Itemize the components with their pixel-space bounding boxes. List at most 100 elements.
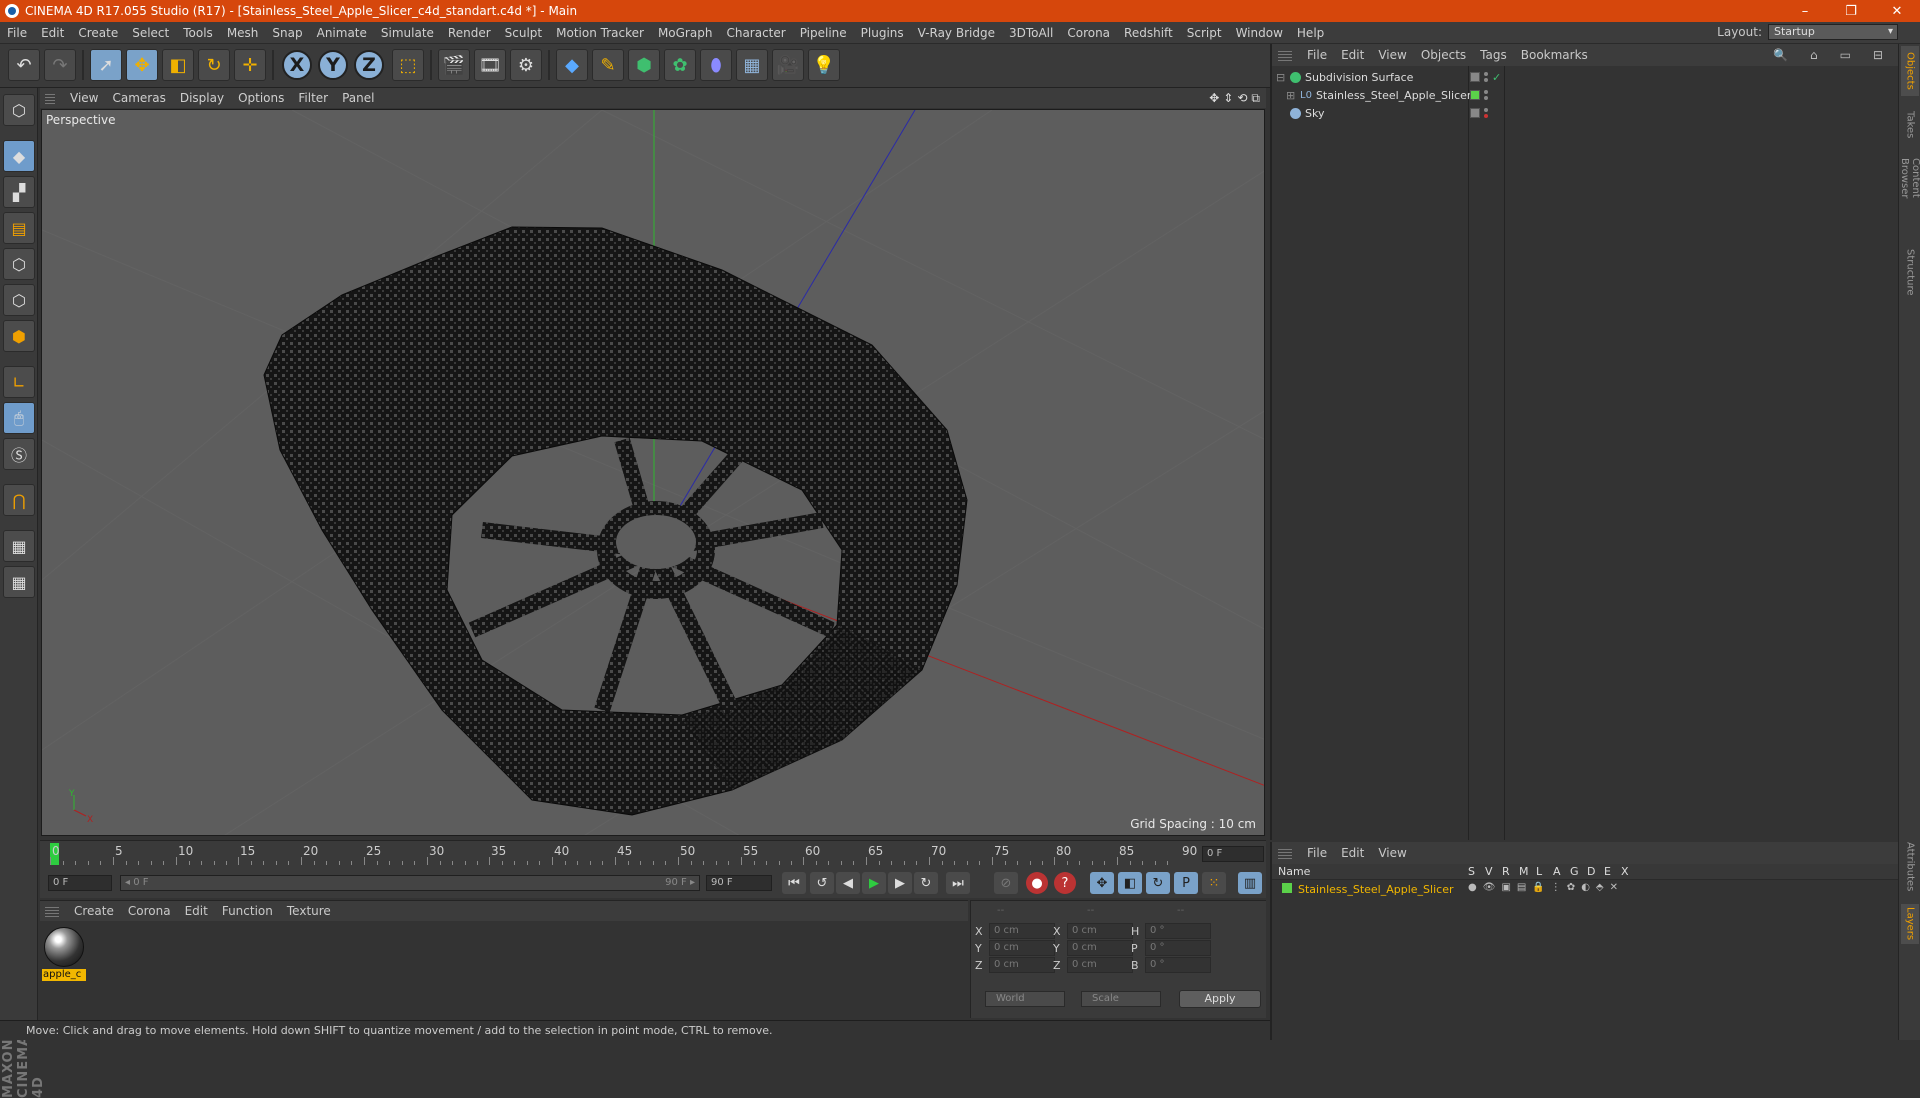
side-tab-objects[interactable]: Objects bbox=[1901, 46, 1919, 96]
goto-start-icon[interactable]: ⏮ bbox=[782, 872, 806, 894]
rotate-icon[interactable]: ↻ bbox=[198, 49, 230, 81]
timeline-ruler[interactable]: 0 5 10 15 20 25 30 35 40 45 50 55 60 65 70 75 80 85 90 bbox=[50, 843, 1200, 865]
layer-column-x[interactable]: X bbox=[1621, 865, 1629, 878]
scale-icon[interactable]: ◧ bbox=[162, 49, 194, 81]
material-menu-corona[interactable]: Corona bbox=[121, 904, 178, 918]
snap-icon[interactable]: ⋂ bbox=[3, 484, 35, 516]
points-mode-icon[interactable]: ⬡ bbox=[3, 248, 35, 280]
viewport-menu-panel[interactable]: Panel bbox=[335, 91, 381, 105]
animation-flag-icon[interactable]: ⋮ bbox=[1551, 882, 1561, 893]
redo-icon[interactable]: ↷ bbox=[44, 49, 76, 81]
cube-icon[interactable]: ◆ bbox=[556, 49, 588, 81]
edges-mode-icon[interactable]: ⬡ bbox=[3, 284, 35, 316]
coord-value-input[interactable]: 0 ° bbox=[1145, 940, 1211, 956]
panel-grip[interactable] bbox=[1278, 847, 1292, 859]
viewport-menu-display[interactable]: Display bbox=[173, 91, 231, 105]
object-row[interactable]: ⊞ L0 Stainless_Steel_Apple_Slicer bbox=[1272, 86, 1898, 104]
coord-value-input[interactable]: 0 ° bbox=[1145, 957, 1211, 973]
make-editable-icon[interactable]: ⬡ bbox=[3, 94, 35, 126]
menu-simulate[interactable]: Simulate bbox=[374, 26, 441, 40]
timeline[interactable]: 0 5 10 15 20 25 30 35 40 45 50 55 60 65 70 75 80 85 90 0 F bbox=[40, 840, 1266, 868]
layer-column-s[interactable]: S bbox=[1468, 865, 1475, 878]
menu-corona[interactable]: Corona bbox=[1060, 26, 1117, 40]
menu-render[interactable]: Render bbox=[441, 26, 498, 40]
deformer-icon[interactable]: ⬮ bbox=[700, 49, 732, 81]
undo-icon[interactable]: ↶ bbox=[8, 49, 40, 81]
layer-color-swatch[interactable] bbox=[1282, 883, 1292, 893]
menu-plugins[interactable]: Plugins bbox=[854, 26, 911, 40]
viewport-menu-options[interactable]: Options bbox=[231, 91, 291, 105]
object-menu-bookmarks[interactable]: Bookmarks bbox=[1514, 48, 1595, 62]
material-menu-create[interactable]: Create bbox=[67, 904, 121, 918]
menu-edit[interactable]: Edit bbox=[34, 26, 71, 40]
material-menu-texture[interactable]: Texture bbox=[280, 904, 338, 918]
render-view-icon[interactable]: 🎬 bbox=[438, 49, 470, 81]
key-pla-icon[interactable]: ⁙ bbox=[1202, 872, 1226, 894]
layer-column-g[interactable]: G bbox=[1570, 865, 1579, 878]
workplane-align-icon[interactable]: ▦ bbox=[3, 566, 35, 598]
layer-column-name[interactable]: Name bbox=[1278, 865, 1310, 878]
enabled-check-icon[interactable]: ✓ bbox=[1492, 71, 1501, 84]
menu-help[interactable]: Help bbox=[1290, 26, 1331, 40]
menu-animate[interactable]: Animate bbox=[310, 26, 374, 40]
layer-menu-file[interactable]: File bbox=[1300, 846, 1334, 860]
solo-flag-icon[interactable]: ● bbox=[1468, 882, 1477, 893]
layer-column-v[interactable]: V bbox=[1485, 865, 1493, 878]
object-menu-objects[interactable]: Objects bbox=[1414, 48, 1473, 62]
menu-3dtoall[interactable]: 3DToAll bbox=[1002, 26, 1060, 40]
key-scale-icon[interactable]: ◧ bbox=[1118, 872, 1142, 894]
layer-menu-view[interactable]: View bbox=[1371, 846, 1413, 860]
material-swatch[interactable]: apple_c bbox=[42, 925, 86, 983]
render-flag-icon[interactable]: ▣ bbox=[1501, 882, 1510, 893]
side-tab-attributes[interactable]: Attributes bbox=[1901, 834, 1919, 900]
workplane-icon[interactable]: ▤ bbox=[3, 212, 35, 244]
record-icon[interactable]: ● bbox=[1026, 872, 1048, 894]
menu-select[interactable]: Select bbox=[125, 26, 176, 40]
layer-column-a[interactable]: A bbox=[1553, 865, 1561, 878]
lock-flag-icon[interactable]: 🔒 bbox=[1532, 882, 1544, 893]
coord-value-input[interactable]: 0 cm bbox=[989, 940, 1055, 956]
layer-column-l[interactable]: L bbox=[1536, 865, 1542, 878]
play-icon[interactable]: ▶ bbox=[862, 872, 886, 894]
end-frame-field[interactable]: 90 F bbox=[706, 875, 772, 891]
key-param-icon[interactable]: P bbox=[1174, 872, 1198, 894]
menu-v-ray-bridge[interactable]: V-Ray Bridge bbox=[911, 26, 1002, 40]
layer-menu-edit[interactable]: Edit bbox=[1334, 846, 1371, 860]
menu-mesh[interactable]: Mesh bbox=[220, 26, 266, 40]
visibility-dots-icon[interactable] bbox=[1484, 90, 1488, 100]
panel-grip[interactable] bbox=[1278, 49, 1292, 61]
move-icon[interactable]: ✥ bbox=[126, 49, 158, 81]
coord-value-input[interactable]: 0 cm bbox=[989, 923, 1055, 939]
editor-toggle-icon[interactable] bbox=[1470, 108, 1480, 118]
side-tab-layers[interactable]: Layers bbox=[1901, 904, 1919, 944]
material-menu-edit[interactable]: Edit bbox=[178, 904, 215, 918]
prev-key-icon[interactable]: ↺ bbox=[810, 872, 834, 894]
texture-mode-icon[interactable]: ▞ bbox=[3, 176, 35, 208]
workplane-lock-icon[interactable]: ▦ bbox=[3, 530, 35, 562]
menu-script[interactable]: Script bbox=[1180, 26, 1229, 40]
menu-tools[interactable]: Tools bbox=[176, 26, 220, 40]
orbit-icon[interactable]: ⟲ bbox=[1237, 91, 1247, 105]
subdivision-icon[interactable]: ⬢ bbox=[628, 49, 660, 81]
deformer-flag-icon[interactable]: ◐ bbox=[1581, 882, 1590, 893]
layer-column-d[interactable]: D bbox=[1587, 865, 1595, 878]
y-axis-icon[interactable]: Y bbox=[318, 50, 348, 80]
timeline-editor-icon[interactable]: ▥ bbox=[1238, 872, 1262, 894]
dolly-icon[interactable]: ⇕ bbox=[1223, 91, 1233, 105]
menu-sculpt[interactable]: Sculpt bbox=[498, 26, 549, 40]
select-icon[interactable]: ➚ bbox=[90, 49, 122, 81]
tweak-mode-icon[interactable]: 🖱 bbox=[3, 402, 35, 434]
key-position-icon[interactable]: ✥ bbox=[1090, 872, 1114, 894]
menu-create[interactable]: Create bbox=[71, 26, 125, 40]
close-button[interactable]: ✕ bbox=[1874, 0, 1920, 22]
maximize-view-icon[interactable]: ⧉ bbox=[1251, 91, 1260, 106]
xref-flag-icon[interactable]: ✕ bbox=[1610, 882, 1618, 893]
prev-frame-icon[interactable]: ◀ bbox=[836, 872, 860, 894]
x-axis-icon[interactable]: X bbox=[282, 50, 312, 80]
next-key-icon[interactable]: ↻ bbox=[914, 872, 938, 894]
panel-grip[interactable] bbox=[45, 905, 59, 917]
current-frame-field[interactable]: 0 F bbox=[1202, 846, 1264, 862]
layer-row[interactable]: Stainless_Steel_Apple_Slicer ● 👁 ▣ ▤ 🔒 ⋮… bbox=[1272, 882, 1898, 898]
perspective-viewport[interactable]: Y X Perspective Grid Spacing : 10 cm bbox=[41, 109, 1265, 836]
next-frame-icon[interactable]: ▶ bbox=[888, 872, 912, 894]
